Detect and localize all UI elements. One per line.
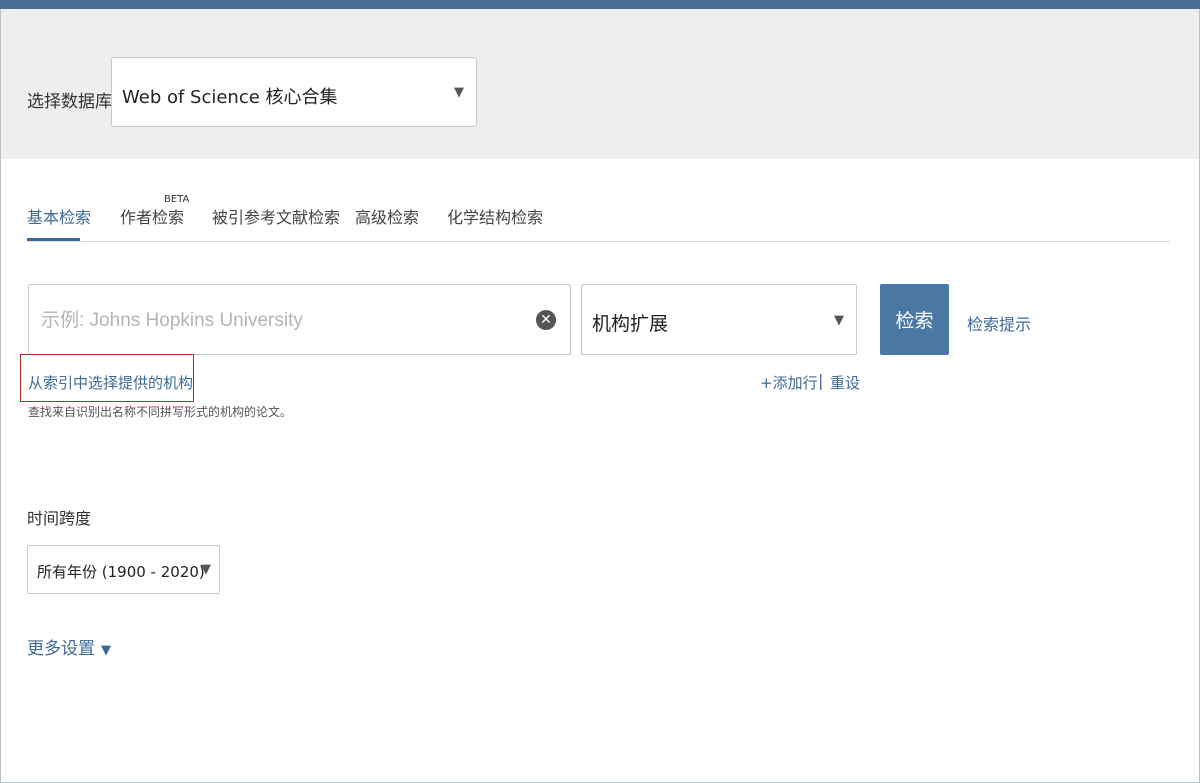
more-settings-label: 更多设置 — [27, 639, 95, 659]
tab-cited-reference-search[interactable]: 被引参考文献检索 — [212, 204, 340, 228]
tab-chemical-structure-search[interactable]: 化学结构检索 — [447, 204, 543, 228]
database-select-value: Web of Science 核心合集 — [122, 87, 338, 108]
more-settings-toggle[interactable]: 更多设置 ▼ — [27, 634, 111, 659]
search-box: ✕ — [28, 284, 571, 355]
search-tips-link[interactable]: 检索提示 — [967, 311, 1031, 335]
chevron-down-icon: ▼ — [834, 313, 844, 328]
add-row-link[interactable]: +添加行 — [760, 372, 818, 393]
index-description: 查找来自识别出名称不同拼写形式的机构的论文。 — [28, 405, 293, 419]
tab-basic-search[interactable]: 基本检索 — [27, 204, 91, 228]
triangle-down-icon: ▼ — [101, 643, 111, 658]
clear-icon[interactable]: ✕ — [536, 310, 556, 330]
search-input[interactable] — [39, 305, 523, 337]
database-panel: 选择数据库 Web of Science 核心合集 ▼ — [1, 9, 1199, 159]
tab-author-search[interactable]: 作者检索 BETA — [120, 194, 189, 228]
select-from-index-link[interactable]: 从索引中选择提供的机构 — [28, 372, 193, 393]
beta-badge: BETA — [164, 194, 190, 205]
active-tab-indicator — [27, 238, 80, 241]
divider: | — [818, 371, 824, 390]
chevron-down-icon: ▼ — [454, 85, 464, 100]
field-select-value: 机构扩展 — [592, 313, 669, 335]
timespan-label: 时间跨度 — [27, 509, 92, 528]
chevron-down-icon: ▼ — [201, 562, 211, 577]
search-button[interactable]: 检索 — [880, 284, 949, 355]
field-select[interactable]: 机构扩展 ▼ — [581, 284, 857, 355]
timespan-select[interactable]: 所有年份 (1900 - 2020) ▼ — [27, 545, 220, 594]
timespan-select-value: 所有年份 (1900 - 2020) — [37, 563, 205, 581]
database-label: 选择数据库 — [27, 92, 112, 112]
search-tabs: 基本检索 作者检索 BETA 被引参考文献检索 高级检索 化学结构检索 — [27, 193, 1170, 242]
reset-link[interactable]: 重设 — [830, 372, 860, 393]
database-select[interactable]: Web of Science 核心合集 ▼ — [111, 57, 477, 127]
tab-advanced-search[interactable]: 高级检索 — [355, 204, 419, 228]
top-bar — [0, 0, 1200, 9]
tab-author-search-label: 作者检索 — [120, 208, 185, 227]
